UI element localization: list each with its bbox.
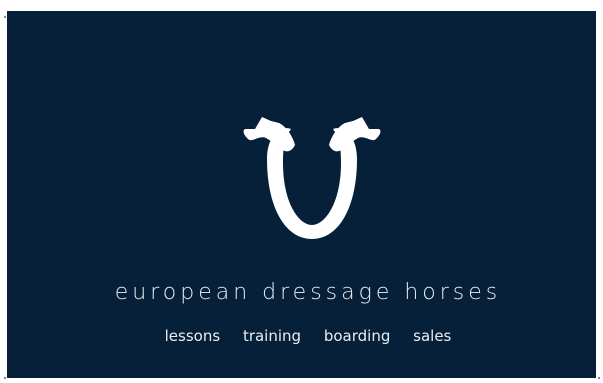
logo-line-3 — [292, 192, 334, 195]
corner-mark-bottom-left — [4, 377, 6, 379]
service-boarding: boarding — [323, 327, 391, 345]
brand-name: european dressage horses — [114, 280, 502, 305]
brand-card — [7, 11, 596, 378]
dressage-horseshoe-logo-icon — [243, 117, 381, 239]
services-list: lessons training boarding sales — [0, 327, 603, 345]
service-lessons: lessons — [164, 327, 221, 345]
service-training: training — [242, 327, 302, 345]
logo-line-1 — [292, 166, 334, 169]
service-sales: sales — [413, 327, 452, 345]
corner-mark-bottom-right — [598, 377, 600, 379]
logo-line-2 — [292, 179, 334, 182]
corner-mark-top-left — [4, 16, 6, 18]
